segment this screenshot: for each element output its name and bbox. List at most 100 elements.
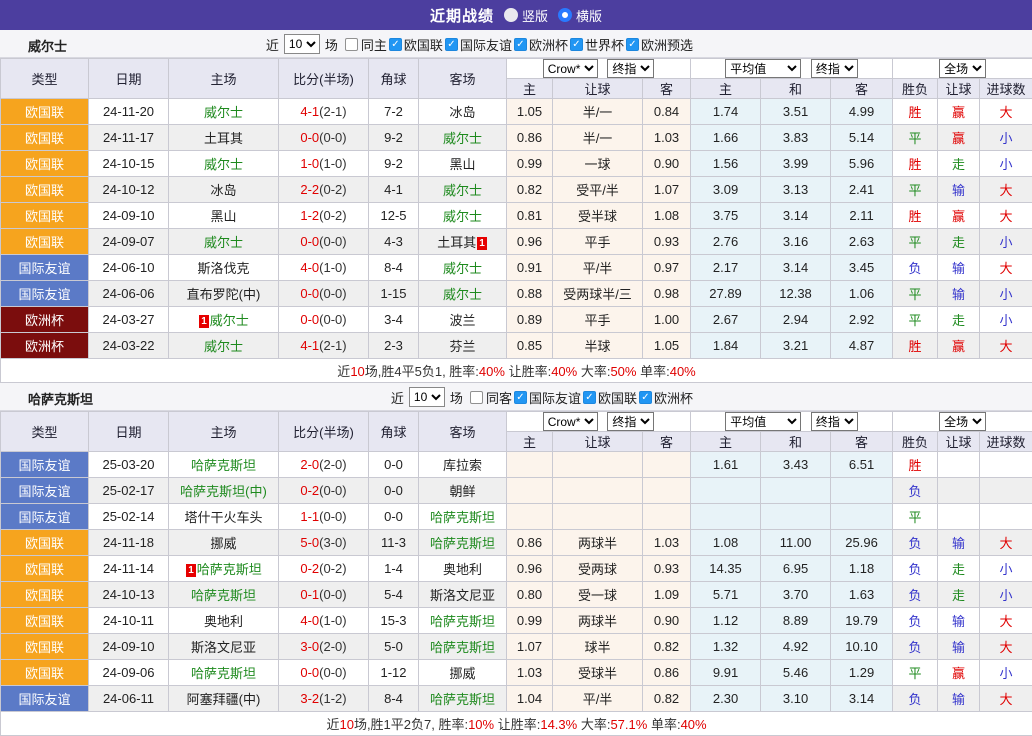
- same-venue-checkbox[interactable]: [345, 38, 358, 51]
- away-team-cell: 挪威: [419, 660, 507, 686]
- competition-checkbox[interactable]: ✓: [445, 38, 458, 51]
- competition-label: 欧洲杯: [654, 388, 693, 407]
- col-result-handicap: 让球: [938, 432, 980, 452]
- summary-part: 10%: [468, 717, 494, 732]
- corners-cell: 11-3: [369, 530, 419, 556]
- home-team-cell: 挪威: [169, 530, 279, 556]
- summary-part: 57.1%: [610, 717, 647, 732]
- away-team-cell: 哈萨克斯坦: [419, 504, 507, 530]
- team-name: 塔什干火车头: [184, 510, 262, 525]
- full-match-select[interactable]: 全场: [939, 59, 986, 78]
- table-row: 欧国联24-10-15威尔士1-0(1-0)9-2黑山0.99一球0.901.5…: [1, 151, 1032, 177]
- promotion-badge: 1: [199, 315, 209, 328]
- home-team-cell: 塔什干火车头: [169, 504, 279, 530]
- away-team-cell: 威尔士: [419, 203, 507, 229]
- table-row: 欧国联24-10-12冰岛2-2(0-2)4-1威尔士0.82受平/半1.073…: [1, 177, 1032, 203]
- final-index-select[interactable]: 终指: [607, 59, 654, 78]
- outcome-cell: 赢: [938, 203, 980, 229]
- topbar: 近期战绩 竖版 横版: [0, 0, 1032, 30]
- home-team-cell: 阿塞拜疆(中): [169, 686, 279, 712]
- competition-checkbox[interactable]: ✓: [583, 391, 596, 404]
- outcome-cell: 大: [980, 530, 1032, 556]
- score-cell: 4-0(1-0): [279, 255, 369, 281]
- home-team-cell: 斯洛伐克: [169, 255, 279, 281]
- competition-checkbox[interactable]: ✓: [514, 391, 527, 404]
- final-index-select-2[interactable]: 终指: [811, 412, 858, 431]
- table-row: 国际友谊24-06-10斯洛伐克4-0(1-0)8-4威尔士0.91平/半0.9…: [1, 255, 1032, 281]
- date-cell: 24-09-10: [89, 203, 169, 229]
- home-team-cell: 哈萨克斯坦(中): [169, 478, 279, 504]
- final-index-select-2[interactable]: 终指: [811, 59, 858, 78]
- away-team-cell: 奥地利: [419, 556, 507, 582]
- provider-select[interactable]: Crow*: [543, 412, 598, 431]
- summary-part: 40%: [479, 364, 505, 379]
- corners-cell: 0-0: [369, 504, 419, 530]
- outcome-cell: 负: [893, 478, 938, 504]
- competition-checkbox[interactable]: ✓: [570, 38, 583, 51]
- competition-checkbox[interactable]: ✓: [626, 38, 639, 51]
- near-count-select[interactable]: 10: [284, 34, 320, 54]
- away-team-cell: 朝鲜: [419, 478, 507, 504]
- odds-cell: [553, 478, 643, 504]
- date-cell: 24-10-12: [89, 177, 169, 203]
- competition-label: 国际友谊: [529, 388, 581, 407]
- avg-odds-cell: 8.89: [761, 608, 831, 634]
- avg-odds-cell: 14.35: [691, 556, 761, 582]
- halftime-score: (2-0): [319, 639, 346, 654]
- outcome-cell: 小: [980, 660, 1032, 686]
- competition-checkbox[interactable]: ✓: [639, 391, 652, 404]
- radio-unselected-icon[interactable]: [504, 8, 518, 22]
- home-team-cell: 哈萨克斯坦: [169, 452, 279, 478]
- team-title: 哈萨克斯坦: [28, 389, 93, 408]
- outcome-cell: 平: [893, 281, 938, 307]
- odds-cell: 0.84: [643, 99, 691, 125]
- avg-odds-cell: 3.99: [761, 151, 831, 177]
- competition-checkbox[interactable]: ✓: [514, 38, 527, 51]
- near-count-select[interactable]: 10: [409, 387, 445, 407]
- home-team-cell: 奥地利: [169, 608, 279, 634]
- odds-cell: 0.86: [507, 530, 553, 556]
- team-name: 哈萨克斯坦: [430, 614, 495, 629]
- odds-cell: 0.96: [507, 556, 553, 582]
- avg-odds-cell: 2.63: [831, 229, 893, 255]
- fulltime-score: 1-0: [300, 156, 319, 171]
- table-row: 国际友谊25-02-17哈萨克斯坦(中)0-2(0-0)0-0朝鲜负: [1, 478, 1032, 504]
- average-select[interactable]: 平均值: [725, 59, 801, 78]
- near-label: 近: [266, 35, 279, 54]
- odds-cell: [507, 478, 553, 504]
- competition-checkbox[interactable]: ✓: [389, 38, 402, 51]
- fulltime-score: 2-2: [300, 182, 319, 197]
- col-host-odds: 主: [507, 79, 553, 99]
- avg-odds-cell: [831, 504, 893, 530]
- full-match-select[interactable]: 全场: [939, 412, 986, 431]
- avg-odds-cell: 3.14: [831, 686, 893, 712]
- odds-cell: 受半球: [553, 203, 643, 229]
- average-select[interactable]: 平均值: [725, 412, 801, 431]
- match-type-cell: 国际友谊: [1, 686, 89, 712]
- provider-select[interactable]: Crow*: [543, 59, 598, 78]
- final-index-select[interactable]: 终指: [607, 412, 654, 431]
- summary-part: 大率:: [577, 717, 610, 732]
- layout-option-vertical[interactable]: 竖版: [504, 6, 548, 25]
- date-cell: 24-10-15: [89, 151, 169, 177]
- col-corner: 角球: [369, 412, 419, 452]
- layout-option-horizontal[interactable]: 横版: [558, 6, 602, 25]
- odds-cell: 半/一: [553, 125, 643, 151]
- avg-odds-cell: 4.99: [831, 99, 893, 125]
- col-result: 胜负: [893, 79, 938, 99]
- odds-cell: 0.97: [643, 255, 691, 281]
- odds-cell: 1.05: [507, 99, 553, 125]
- summary-part: 10: [339, 717, 353, 732]
- col-corner: 角球: [369, 59, 419, 99]
- same-venue-checkbox[interactable]: [470, 391, 483, 404]
- outcome-cell: 平: [893, 125, 938, 151]
- radio-selected-icon[interactable]: [558, 8, 572, 22]
- outcome-cell: 输: [938, 255, 980, 281]
- odds-cell: 0.93: [643, 229, 691, 255]
- odds-cell: 0.86: [643, 660, 691, 686]
- outcome-cell: 负: [893, 686, 938, 712]
- date-cell: 24-09-10: [89, 634, 169, 660]
- team-name: 威尔士: [443, 183, 482, 198]
- corners-cell: 5-4: [369, 582, 419, 608]
- date-cell: 24-06-10: [89, 255, 169, 281]
